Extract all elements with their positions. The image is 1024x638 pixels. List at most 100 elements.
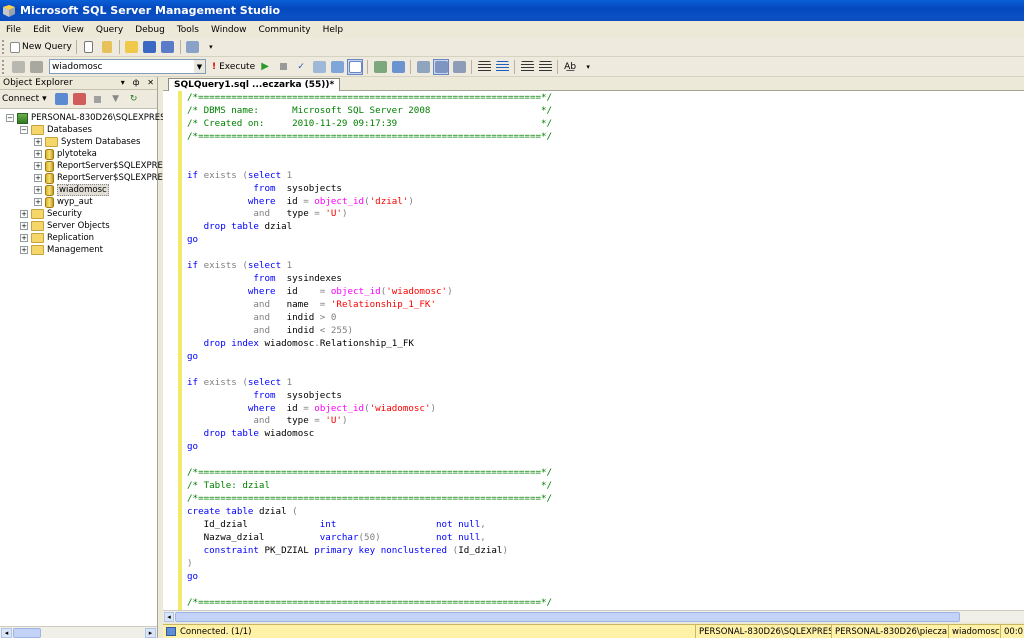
tree-node-db-wyp-aut[interactable]: + wyp_aut xyxy=(34,196,93,208)
change-connection-button[interactable] xyxy=(28,59,44,75)
expand-icon[interactable]: + xyxy=(20,210,28,218)
code-line[interactable]: Id_dzial int not null, xyxy=(187,519,552,532)
code-line[interactable]: drop index wiadomosc.Relationship_1_FK xyxy=(187,338,552,351)
menu-debug[interactable]: Debug xyxy=(129,25,171,35)
include-plan-button[interactable] xyxy=(372,59,388,75)
tree-node-server-objects[interactable]: + Server Objects xyxy=(20,220,110,232)
code-line[interactable]: from sysindexes xyxy=(187,273,552,286)
code-line[interactable]: drop table dzial xyxy=(187,221,552,234)
disconnect-button[interactable] xyxy=(72,91,88,107)
query-designer-button[interactable] xyxy=(311,59,327,75)
connect-dropdown-button[interactable]: Connect ▾ xyxy=(2,94,47,104)
expand-icon[interactable]: + xyxy=(34,174,42,182)
new-file-button[interactable] xyxy=(81,39,97,55)
tree-node-system-databases[interactable]: + System Databases xyxy=(34,136,140,148)
editor-hscrollbar[interactable]: ◂ xyxy=(163,610,1024,622)
expand-icon[interactable]: + xyxy=(34,198,42,206)
client-statistics-button[interactable] xyxy=(390,59,406,75)
tree-node-replication[interactable]: + Replication xyxy=(20,232,94,244)
menu-edit[interactable]: Edit xyxy=(27,25,56,35)
sql-code-editor[interactable]: /*======================================… xyxy=(163,91,1024,610)
code-line[interactable]: /*======================================… xyxy=(187,597,552,610)
code-text[interactable]: /*======================================… xyxy=(187,92,552,610)
code-line[interactable]: /*======================================… xyxy=(187,493,552,506)
menu-community[interactable]: Community xyxy=(253,25,317,35)
save-button[interactable] xyxy=(142,39,158,55)
code-line[interactable]: and name = 'Relationship_1_FK' xyxy=(187,299,552,312)
expand-icon[interactable]: + xyxy=(34,138,42,146)
scroll-left-icon[interactable]: ◂ xyxy=(1,628,12,638)
window-position-icon[interactable]: ▾ xyxy=(121,78,125,87)
menu-help[interactable]: Help xyxy=(317,25,350,35)
comment-button[interactable] xyxy=(476,59,492,75)
results-to-file-button[interactable] xyxy=(451,59,467,75)
menu-query[interactable]: Query xyxy=(90,25,129,35)
filter-button[interactable]: ▼ xyxy=(108,91,124,107)
database-select[interactable]: wiadomosc ▼ xyxy=(49,59,206,74)
estimated-plan-button[interactable] xyxy=(329,59,345,75)
menu-view[interactable]: View xyxy=(57,25,90,35)
tree-node-db-wiadomosc[interactable]: + wiadomosc xyxy=(34,184,109,196)
close-icon[interactable]: ✕ xyxy=(147,78,154,87)
tree-node-db-plytoteka[interactable]: + plytoteka xyxy=(34,148,97,160)
code-line[interactable] xyxy=(187,144,552,157)
code-line[interactable]: /* Table: dzial */ xyxy=(187,480,552,493)
connect-button[interactable] xyxy=(10,59,26,75)
refresh-button[interactable]: ↻ xyxy=(126,91,142,107)
code-line[interactable]: Nazwa_dzial varchar(50) not null, xyxy=(187,532,552,545)
code-line[interactable]: /*======================================… xyxy=(187,467,552,480)
scrollbar-thumb[interactable] xyxy=(13,628,41,638)
expand-icon[interactable]: + xyxy=(34,150,42,158)
connect-object-explorer-button[interactable] xyxy=(54,91,70,107)
menu-window[interactable]: Window xyxy=(205,25,253,35)
collapse-icon[interactable]: − xyxy=(6,114,14,122)
code-line[interactable] xyxy=(187,584,552,597)
code-line[interactable]: and type = 'U') xyxy=(187,208,552,221)
save-all-button[interactable] xyxy=(160,39,176,55)
code-line[interactable]: go xyxy=(187,351,552,364)
toolbar-options-button[interactable]: ▾ xyxy=(203,39,219,55)
activity-monitor-button[interactable] xyxy=(185,39,201,55)
expand-icon[interactable]: + xyxy=(20,222,28,230)
code-line[interactable]: go xyxy=(187,234,552,247)
new-project-button[interactable] xyxy=(99,39,115,55)
increase-indent-button[interactable] xyxy=(537,59,553,75)
tree-node-db-reportserver-temp[interactable]: + ReportServer$SQLEXPRESS xyxy=(34,172,174,184)
code-line[interactable] xyxy=(187,454,552,467)
code-line[interactable]: /*======================================… xyxy=(187,131,552,144)
expand-icon[interactable]: + xyxy=(34,186,42,194)
code-line[interactable]: go xyxy=(187,571,552,584)
decrease-indent-button[interactable] xyxy=(519,59,535,75)
tree-node-security[interactable]: + Security xyxy=(20,208,82,220)
code-line[interactable] xyxy=(187,247,552,260)
code-line[interactable]: where id = object_id('wiadomosc') xyxy=(187,403,552,416)
scroll-right-icon[interactable]: ▸ xyxy=(145,628,156,638)
menu-file[interactable]: File xyxy=(0,25,27,35)
code-line[interactable]: if exists (select 1 xyxy=(187,170,552,183)
code-line[interactable]: /* Created on: 2010-11-29 09:17:39 */ xyxy=(187,118,552,131)
code-line[interactable] xyxy=(187,157,552,170)
code-line[interactable]: /* DBMS name: Microsoft SQL Server 2008 … xyxy=(187,105,552,118)
results-to-grid-button[interactable] xyxy=(433,58,450,75)
uncomment-button[interactable] xyxy=(494,59,510,75)
code-line[interactable] xyxy=(187,364,552,377)
code-line[interactable]: where id = object_id('dzial') xyxy=(187,196,552,209)
toolbar-grip[interactable] xyxy=(2,40,6,54)
collapse-icon[interactable]: − xyxy=(20,126,28,134)
tab-sqlquery1[interactable]: SQLQuery1.sql ...eczarka (55))* xyxy=(168,78,341,91)
code-line[interactable]: from sysobjects xyxy=(187,183,552,196)
code-line[interactable]: /*======================================… xyxy=(187,92,552,105)
toolbar-grip[interactable] xyxy=(2,59,6,74)
new-query-button[interactable]: New Query xyxy=(10,39,72,55)
chevron-down-icon[interactable]: ▼ xyxy=(194,60,205,73)
results-grid-button[interactable] xyxy=(347,58,364,75)
scroll-left-icon[interactable]: ◂ xyxy=(164,612,174,622)
code-line[interactable]: and indid < 255) xyxy=(187,325,552,338)
execute-button[interactable]: ! Execute xyxy=(212,59,255,75)
code-line[interactable]: where id = object_id('wiadomosc') xyxy=(187,286,552,299)
scrollbar-thumb[interactable] xyxy=(175,612,960,622)
code-line[interactable]: create table dzial ( xyxy=(187,506,552,519)
menu-tools[interactable]: Tools xyxy=(171,25,205,35)
code-line[interactable]: and indid > 0 xyxy=(187,312,552,325)
code-line[interactable]: ) xyxy=(187,558,552,571)
